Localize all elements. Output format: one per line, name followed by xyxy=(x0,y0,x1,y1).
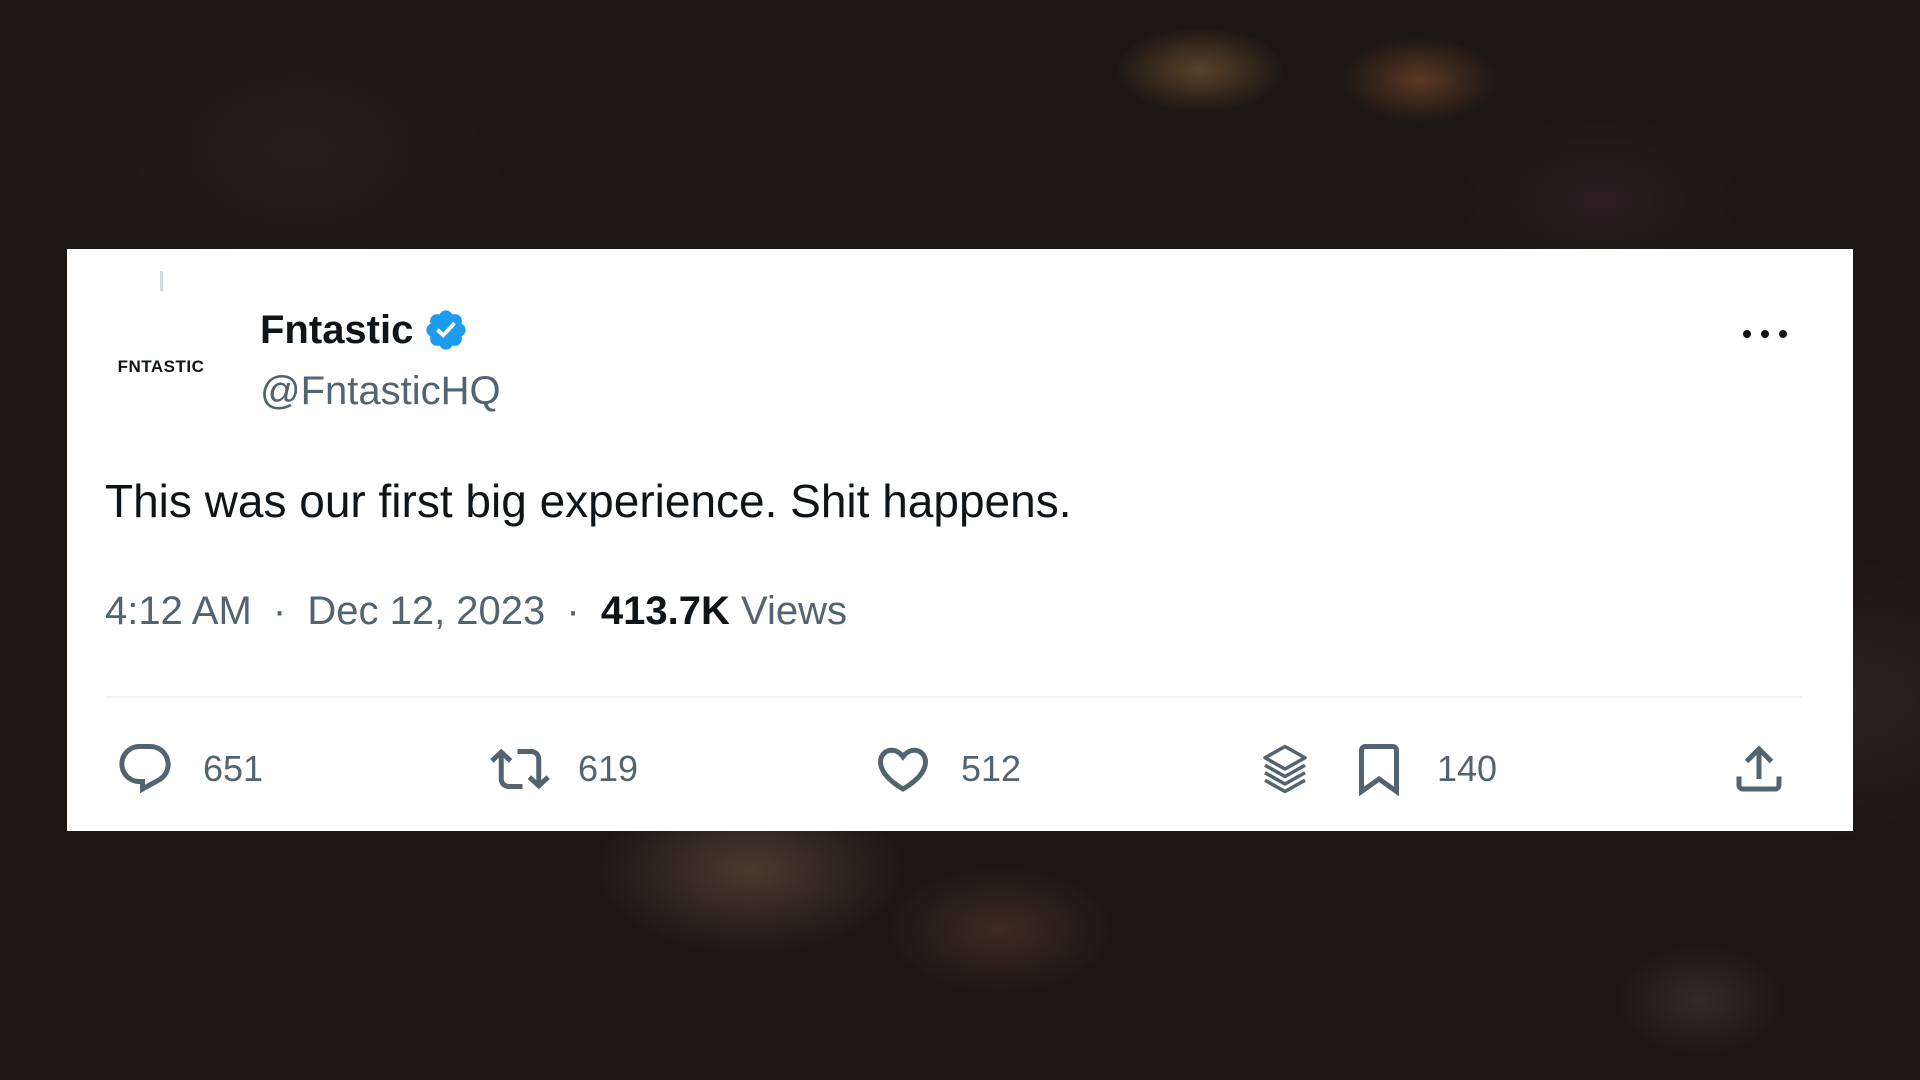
bookmark-count: 140 xyxy=(1437,748,1498,789)
heart-icon xyxy=(877,747,929,792)
reply-icon xyxy=(119,744,171,794)
retweet-icon xyxy=(490,748,550,790)
layers-button[interactable] xyxy=(1255,739,1315,799)
tweet-time[interactable]: 4:12 AM xyxy=(105,589,252,633)
meta-separator: · xyxy=(566,589,580,633)
retweet-button[interactable]: 619 xyxy=(490,739,638,799)
share-button[interactable] xyxy=(1729,739,1789,799)
reply-count: 651 xyxy=(203,748,264,789)
tweet-text: This was our first big experience. Shit … xyxy=(105,475,1072,527)
like-count: 512 xyxy=(961,748,1022,789)
retweet-count: 619 xyxy=(578,748,639,789)
bookmark-button[interactable]: 140 xyxy=(1349,739,1497,799)
more-icon[interactable] xyxy=(1740,319,1790,349)
share-icon xyxy=(1736,745,1782,792)
display-name[interactable]: Fntastic xyxy=(260,308,413,353)
avatar-logo-text: FNTASTIC xyxy=(117,357,205,376)
blurred-background: FNTASTIC Fntastic @FntasticHQ This was o… xyxy=(0,0,1920,1080)
layers-icon xyxy=(1263,744,1307,794)
meta-separator: · xyxy=(272,589,287,633)
tweet-meta: 4:12 AM · Dec 12, 2023 · 413.7K Views xyxy=(105,589,847,634)
views-label: Views xyxy=(740,589,847,633)
divider xyxy=(105,696,1802,698)
reply-button[interactable]: 651 xyxy=(115,739,263,799)
author-handle[interactable]: @FntasticHQ xyxy=(260,369,501,414)
author-name-row: Fntastic xyxy=(260,307,469,353)
views-count: 413.7K xyxy=(600,589,730,633)
verified-badge-icon[interactable] xyxy=(423,307,469,353)
thread-line xyxy=(160,271,163,291)
like-button[interactable]: 512 xyxy=(873,739,1021,799)
avatar[interactable]: FNTASTIC xyxy=(105,311,217,423)
bookmark-icon xyxy=(1359,744,1399,797)
tweet-date[interactable]: Dec 12, 2023 xyxy=(307,589,545,633)
tweet-card: FNTASTIC Fntastic @FntasticHQ This was o… xyxy=(67,249,1853,831)
